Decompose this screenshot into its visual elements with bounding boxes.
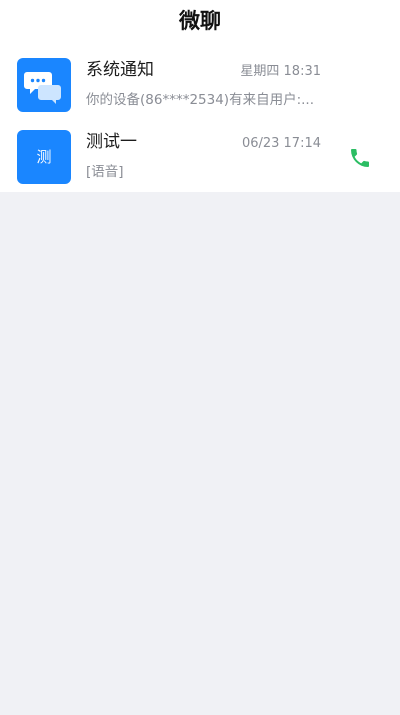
page-title: 微聊 bbox=[179, 9, 221, 33]
conversation-preview: [语音] bbox=[86, 164, 124, 180]
phone-icon[interactable] bbox=[348, 146, 372, 170]
conversation-time: 06/23 17:14 bbox=[241, 136, 321, 151]
test-one-avatar: 测 bbox=[17, 130, 71, 184]
conversation-name: 测试一 bbox=[86, 132, 137, 152]
conversation-name: 系统通知 bbox=[86, 60, 154, 80]
system-notice-avatar bbox=[17, 58, 71, 112]
chat-bubbles-icon bbox=[24, 72, 61, 104]
conversation-time: 星期四 18:31 bbox=[240, 64, 321, 79]
conversation-item-test-one[interactable]: 测 测试一 06/23 17:14 [语音] bbox=[0, 128, 400, 188]
avatar-initial: 测 bbox=[36, 148, 52, 166]
conversation-item-system-notice[interactable]: 系统通知 星期四 18:31 你的设备(86****2534)有来自用户:... bbox=[0, 56, 400, 116]
conversation-preview: 你的设备(86****2534)有来自用户:... bbox=[86, 92, 314, 108]
